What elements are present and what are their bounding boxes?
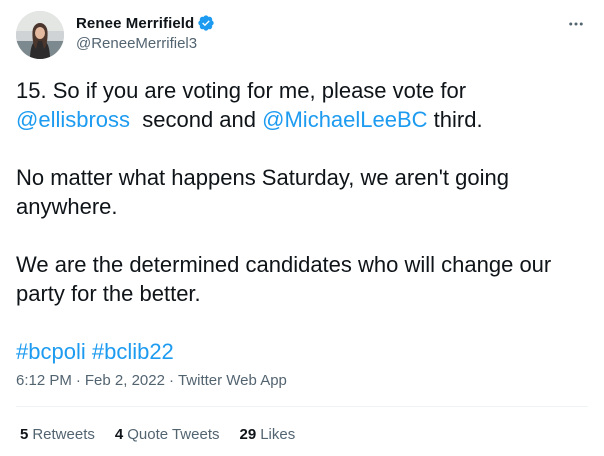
retweets-count: 5 <box>20 426 29 443</box>
tweet-text: 15. So if you are voting for me, please … <box>16 76 586 366</box>
mention-link-michaelleebc[interactable]: @MichaelLeeBC <box>262 107 427 132</box>
tweet-date[interactable]: Feb 2, 2022 <box>85 372 165 389</box>
tweet-text-between: second and <box>130 107 263 132</box>
tweet-source-app[interactable]: Twitter Web App <box>178 372 287 389</box>
quote-tweets-label: Quote Tweets <box>127 426 220 443</box>
likes-label: Likes <box>260 426 296 443</box>
tweet-time[interactable]: 6:12 PM <box>16 372 72 389</box>
tweet-paragraph-2: No matter what happens Saturday, we aren… <box>16 165 509 219</box>
verified-badge-icon <box>198 15 214 31</box>
tweet-metadata: 6:12 PM · Feb 2, 2022 · Twitter Web App <box>16 372 287 389</box>
likes-stat[interactable]: 29 Likes <box>240 426 296 443</box>
tweet-hashtags: #bcpoli #bclib22 <box>16 337 586 366</box>
quote-tweets-count: 4 <box>114 426 124 443</box>
mention-link-ellisbross[interactable]: @ellisbross <box>16 107 130 132</box>
tweet-line-prefix: 15. So if you are voting for me, please … <box>16 78 467 103</box>
author-handle[interactable]: @ReneeMerrifiel3 <box>76 35 197 52</box>
divider <box>16 406 588 407</box>
quote-tweets-stat[interactable]: 4 Quote Tweets <box>115 426 220 443</box>
engagement-stats: 5 Retweets 4 Quote Tweets 29 Likes <box>20 426 315 443</box>
more-options-icon <box>569 22 583 26</box>
tweet-card: Renee Merrifield @ReneeMerrifiel3 15. So… <box>0 0 604 456</box>
meta-separator: · <box>168 372 174 389</box>
more-options-button[interactable] <box>564 12 588 36</box>
author-display-name[interactable]: Renee Merrifield <box>76 15 194 32</box>
tweet-paragraph-1: 15. So if you are voting for me, please … <box>16 76 586 134</box>
meta-separator: · <box>75 372 81 389</box>
author-name-row: Renee Merrifield <box>76 13 215 33</box>
likes-count: 29 <box>239 426 257 443</box>
retweets-label: Retweets <box>32 426 95 443</box>
hashtag-link-bcpoli[interactable]: #bcpoli <box>16 339 86 364</box>
profile-photo-image <box>16 11 64 59</box>
hashtag-link-bclib22[interactable]: #bclib22 <box>92 339 174 364</box>
retweets-stat[interactable]: 5 Retweets <box>20 426 95 443</box>
tweet-paragraph-3: We are the determined candidates who wil… <box>16 252 552 306</box>
tweet-text-suffix: third. <box>427 107 483 132</box>
avatar[interactable] <box>16 11 64 59</box>
